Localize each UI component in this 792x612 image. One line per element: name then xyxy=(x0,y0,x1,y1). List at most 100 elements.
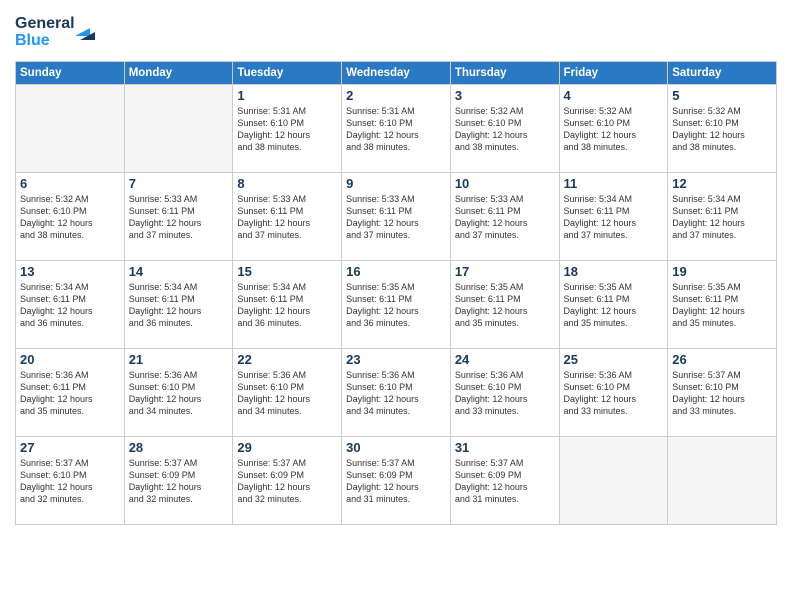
calendar-table: SundayMondayTuesdayWednesdayThursdayFrid… xyxy=(15,61,777,525)
calendar-cell: 12 Sunrise: 5:34 AM Sunset: 6:11 PM Dayli… xyxy=(668,173,777,261)
calendar-cell: 5Sunrise: 5:32 AM Sunset: 6:10 PM Daylig… xyxy=(668,85,777,173)
calendar-header: SundayMondayTuesdayWednesdayThursdayFrid… xyxy=(16,62,777,85)
calendar-cell: 15Sunrise: 5:34 AM Sunset: 6:11 PM Dayli… xyxy=(233,261,342,349)
day-info: Sunrise: 5:34 AM Sunset: 6:11 PM Dayligh… xyxy=(672,193,772,242)
day-info: Sunrise: 5:34 AM Sunset: 6:11 PM Dayligh… xyxy=(237,281,337,330)
day-number: 24 xyxy=(455,352,555,367)
day-number: 29 xyxy=(237,440,337,455)
weekday-header-tuesday: Tuesday xyxy=(233,62,342,85)
day-number: 11 xyxy=(564,176,664,191)
day-info: Sunrise: 5:33 AM Sunset: 6:11 PM Dayligh… xyxy=(346,193,446,242)
calendar-cell: 28 Sunrise: 5:37 AM Sunset: 6:09 PM Dayli… xyxy=(124,437,233,525)
week-row-4: 20 Sunrise: 5:36 AM Sunset: 6:11 PM Dayli… xyxy=(16,349,777,437)
calendar-cell: 16 Sunrise: 5:35 AM Sunset: 6:11 PM Dayli… xyxy=(342,261,451,349)
day-number: 4 xyxy=(564,88,664,103)
day-number: 16 xyxy=(346,264,446,279)
calendar-cell: 23 Sunrise: 5:36 AM Sunset: 6:10 PM Dayli… xyxy=(342,349,451,437)
day-info: Sunrise: 5:36 AM Sunset: 6:10 PM Dayligh… xyxy=(346,369,446,418)
day-number: 1 xyxy=(237,88,337,103)
week-row-2: 6 Sunrise: 5:32 AM Sunset: 6:10 PM Daylig… xyxy=(16,173,777,261)
weekday-header-sunday: Sunday xyxy=(16,62,125,85)
calendar-body: 1 Sunrise: 5:31 AM Sunset: 6:10 PM Daylig… xyxy=(16,85,777,525)
day-info: Sunrise: 5:36 AM Sunset: 6:10 PM Dayligh… xyxy=(455,369,555,418)
logo: General Blue xyxy=(15,10,105,55)
day-info: Sunrise: 5:31 AM Sunset: 6:10 PM Dayligh… xyxy=(346,105,446,154)
svg-text:General: General xyxy=(15,15,75,32)
day-number: 6 xyxy=(20,176,120,191)
calendar-cell: 27 Sunrise: 5:37 AM Sunset: 6:10 PM Dayli… xyxy=(16,437,125,525)
day-info: Sunrise: 5:35 AM Sunset: 6:11 PM Dayligh… xyxy=(564,281,664,330)
day-info: Sunrise: 5:32 AM Sunset: 6:10 PM Dayligh… xyxy=(455,105,555,154)
day-info: Sunrise: 5:36 AM Sunset: 6:10 PM Dayligh… xyxy=(564,369,664,418)
day-info: Sunrise: 5:37 AM Sunset: 6:10 PM Dayligh… xyxy=(20,457,120,506)
day-info: Sunrise: 5:34 AM Sunset: 6:11 PM Dayligh… xyxy=(20,281,120,330)
day-number: 17 xyxy=(455,264,555,279)
calendar-cell: 4Sunrise: 5:32 AM Sunset: 6:10 PM Daylig… xyxy=(559,85,668,173)
calendar-cell: 11 Sunrise: 5:34 AM Sunset: 6:11 PM Dayli… xyxy=(559,173,668,261)
day-info: Sunrise: 5:37 AM Sunset: 6:09 PM Dayligh… xyxy=(455,457,555,506)
calendar-cell: 30 Sunrise: 5:37 AM Sunset: 6:09 PM Dayli… xyxy=(342,437,451,525)
day-info: Sunrise: 5:37 AM Sunset: 6:09 PM Dayligh… xyxy=(346,457,446,506)
calendar-cell xyxy=(16,85,125,173)
weekday-header-monday: Monday xyxy=(124,62,233,85)
calendar-cell xyxy=(668,437,777,525)
calendar-cell: 13Sunrise: 5:34 AM Sunset: 6:11 PM Dayli… xyxy=(16,261,125,349)
calendar-cell xyxy=(559,437,668,525)
calendar-cell: 17 Sunrise: 5:35 AM Sunset: 6:11 PM Dayli… xyxy=(450,261,559,349)
day-number: 7 xyxy=(129,176,229,191)
calendar-cell: 21Sunrise: 5:36 AM Sunset: 6:10 PM Dayli… xyxy=(124,349,233,437)
calendar-cell: 24 Sunrise: 5:36 AM Sunset: 6:10 PM Dayli… xyxy=(450,349,559,437)
calendar-cell: 25 Sunrise: 5:36 AM Sunset: 6:10 PM Dayli… xyxy=(559,349,668,437)
calendar-cell: 20 Sunrise: 5:36 AM Sunset: 6:11 PM Dayli… xyxy=(16,349,125,437)
weekday-header-thursday: Thursday xyxy=(450,62,559,85)
day-number: 9 xyxy=(346,176,446,191)
calendar-cell: 2 Sunrise: 5:31 AM Sunset: 6:10 PM Daylig… xyxy=(342,85,451,173)
day-number: 2 xyxy=(346,88,446,103)
day-number: 20 xyxy=(20,352,120,367)
week-row-3: 13Sunrise: 5:34 AM Sunset: 6:11 PM Dayli… xyxy=(16,261,777,349)
day-number: 23 xyxy=(346,352,446,367)
day-info: Sunrise: 5:34 AM Sunset: 6:11 PM Dayligh… xyxy=(564,193,664,242)
calendar-cell: 22 Sunrise: 5:36 AM Sunset: 6:10 PM Dayli… xyxy=(233,349,342,437)
day-info: Sunrise: 5:35 AM Sunset: 6:11 PM Dayligh… xyxy=(672,281,772,330)
calendar-cell: 29Sunrise: 5:37 AM Sunset: 6:09 PM Dayli… xyxy=(233,437,342,525)
day-info: Sunrise: 5:36 AM Sunset: 6:10 PM Dayligh… xyxy=(237,369,337,418)
day-info: Sunrise: 5:33 AM Sunset: 6:11 PM Dayligh… xyxy=(129,193,229,242)
day-info: Sunrise: 5:37 AM Sunset: 6:09 PM Dayligh… xyxy=(129,457,229,506)
calendar-cell: 19Sunrise: 5:35 AM Sunset: 6:11 PM Dayli… xyxy=(668,261,777,349)
day-number: 8 xyxy=(237,176,337,191)
day-number: 18 xyxy=(564,264,664,279)
day-info: Sunrise: 5:35 AM Sunset: 6:11 PM Dayligh… xyxy=(455,281,555,330)
calendar-cell: 1 Sunrise: 5:31 AM Sunset: 6:10 PM Daylig… xyxy=(233,85,342,173)
calendar-cell: 8 Sunrise: 5:33 AM Sunset: 6:11 PM Daylig… xyxy=(233,173,342,261)
calendar-cell: 18 Sunrise: 5:35 AM Sunset: 6:11 PM Dayli… xyxy=(559,261,668,349)
day-info: Sunrise: 5:33 AM Sunset: 6:11 PM Dayligh… xyxy=(237,193,337,242)
calendar-cell: 7 Sunrise: 5:33 AM Sunset: 6:11 PM Daylig… xyxy=(124,173,233,261)
day-info: Sunrise: 5:37 AM Sunset: 6:10 PM Dayligh… xyxy=(672,369,772,418)
day-number: 12 xyxy=(672,176,772,191)
day-number: 28 xyxy=(129,440,229,455)
day-number: 10 xyxy=(455,176,555,191)
calendar-cell: 10Sunrise: 5:33 AM Sunset: 6:11 PM Dayli… xyxy=(450,173,559,261)
day-number: 30 xyxy=(346,440,446,455)
weekday-header-row: SundayMondayTuesdayWednesdayThursdayFrid… xyxy=(16,62,777,85)
day-number: 31 xyxy=(455,440,555,455)
day-number: 14 xyxy=(129,264,229,279)
week-row-5: 27 Sunrise: 5:37 AM Sunset: 6:10 PM Dayli… xyxy=(16,437,777,525)
day-number: 22 xyxy=(237,352,337,367)
day-number: 25 xyxy=(564,352,664,367)
weekday-header-wednesday: Wednesday xyxy=(342,62,451,85)
calendar-cell: 26 Sunrise: 5:37 AM Sunset: 6:10 PM Dayli… xyxy=(668,349,777,437)
calendar-cell: 14Sunrise: 5:34 AM Sunset: 6:11 PM Dayli… xyxy=(124,261,233,349)
calendar-cell: 6 Sunrise: 5:32 AM Sunset: 6:10 PM Daylig… xyxy=(16,173,125,261)
day-info: Sunrise: 5:32 AM Sunset: 6:10 PM Dayligh… xyxy=(672,105,772,154)
svg-text:Blue: Blue xyxy=(15,32,50,49)
day-info: Sunrise: 5:32 AM Sunset: 6:10 PM Dayligh… xyxy=(20,193,120,242)
day-info: Sunrise: 5:36 AM Sunset: 6:11 PM Dayligh… xyxy=(20,369,120,418)
page: General Blue SundayMondayTuesdayWednesda… xyxy=(0,0,792,535)
weekday-header-friday: Friday xyxy=(559,62,668,85)
day-number: 26 xyxy=(672,352,772,367)
day-info: Sunrise: 5:31 AM Sunset: 6:10 PM Dayligh… xyxy=(237,105,337,154)
day-info: Sunrise: 5:35 AM Sunset: 6:11 PM Dayligh… xyxy=(346,281,446,330)
day-number: 27 xyxy=(20,440,120,455)
